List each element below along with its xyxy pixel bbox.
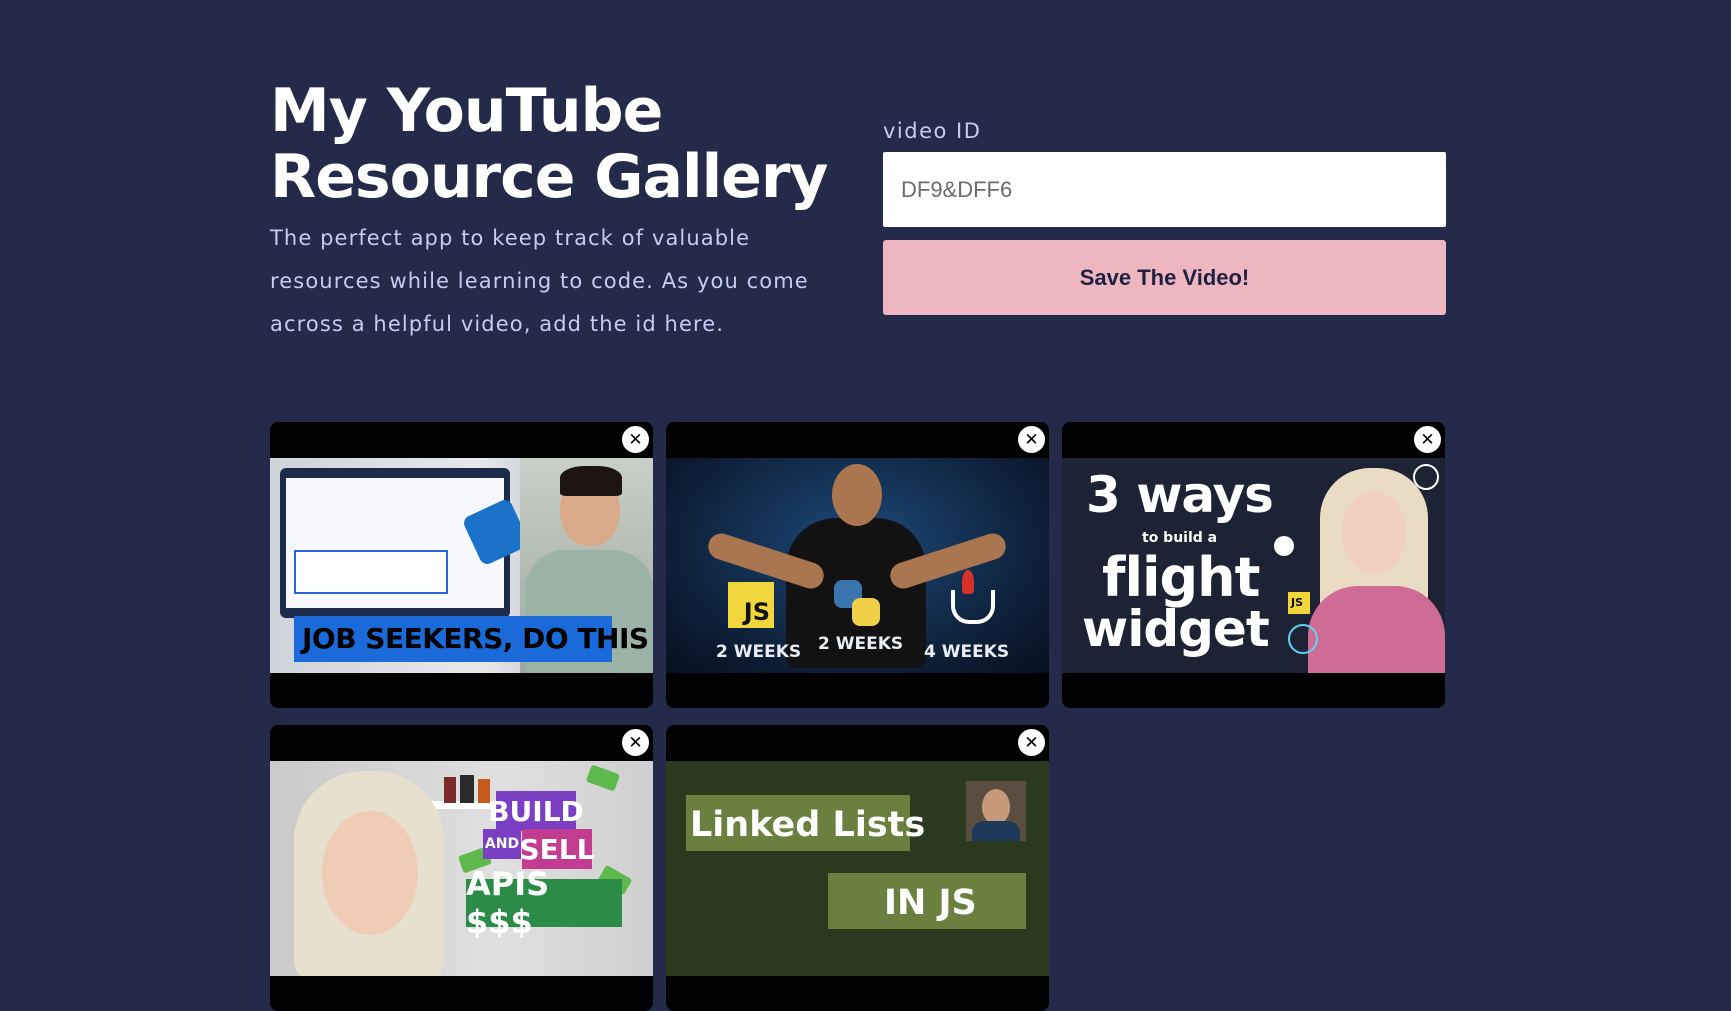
video-thumbnail[interactable]: JOB SEEKERS, DO THIS <box>270 458 653 673</box>
video-id-label: video ID <box>883 119 982 143</box>
thumbnail-caption: widget <box>1082 600 1270 658</box>
thumbnail-caption: AND <box>483 829 521 859</box>
thumbnail-caption: 2 WEEKS <box>818 634 904 654</box>
page-description: The perfect app to keep track of valuabl… <box>270 226 809 336</box>
profile-box-illustration <box>294 550 448 594</box>
close-icon[interactable]: ✕ <box>1016 727 1047 758</box>
thumbnail-caption: 4 WEEKS <box>924 642 1010 662</box>
thumbnail-caption: 3 ways <box>1086 466 1274 524</box>
python-logo-icon-part <box>852 598 880 626</box>
thumbnail-caption: JOB SEEKERS, DO THIS <box>302 622 649 655</box>
header: My YouTube Resource Gallery The perfect … <box>270 78 1446 338</box>
person-top <box>1308 586 1445 673</box>
book-illustration <box>460 775 474 803</box>
thumbnail-caption: IN JS <box>884 883 977 923</box>
thumbnail-caption: Linked Lists <box>690 805 926 845</box>
thumbnail-caption: BUILD <box>488 791 584 831</box>
thumbnail-caption: APIS $$$ <box>466 865 622 941</box>
thumbnail-caption: to build a <box>1142 530 1218 546</box>
video-thumbnail[interactable]: JS 2 WEEKS 2 WEEKS 4 WEEKS <box>666 458 1049 673</box>
author-avatar-face <box>982 789 1010 825</box>
thumbnail-caption: JS <box>1291 596 1304 609</box>
video-card[interactable]: ✕ BUILD AND SELL APIS $$$ <box>270 725 653 1011</box>
close-icon[interactable]: ✕ <box>1412 424 1443 455</box>
close-icon[interactable]: ✕ <box>1016 424 1047 455</box>
javascript-logo-icon: JS <box>728 582 774 628</box>
thumbnail-caption: 2 WEEKS <box>716 642 802 662</box>
video-card[interactable]: ✕ JOB SEEKERS, DO THIS <box>270 422 653 708</box>
java-cup-icon <box>951 590 995 624</box>
react-icon <box>1288 624 1318 654</box>
video-form: video ID Save The Video! <box>883 118 1446 315</box>
save-video-button[interactable]: Save The Video! <box>883 240 1446 315</box>
author-avatar-shirt <box>972 821 1020 841</box>
video-thumbnail[interactable]: BUILD AND SELL APIS $$$ <box>270 761 653 976</box>
video-card[interactable]: ✕ JS 2 WEEKS 2 WEEKS 4 WEEKS <box>666 422 1049 708</box>
close-icon[interactable]: ✕ <box>620 727 651 758</box>
page-title: My YouTube Resource Gallery <box>270 76 829 212</box>
video-id-input[interactable] <box>883 152 1446 227</box>
nodejs-icon <box>1274 536 1294 556</box>
person-head <box>832 464 882 526</box>
video-thumbnail[interactable]: 3 ways to build a flight widget JS <box>1062 458 1445 673</box>
thumbnail-caption: SELL <box>520 829 595 869</box>
person-face <box>1342 492 1406 574</box>
video-card[interactable]: ✕ Linked Lists IN JS <box>666 725 1049 1011</box>
video-thumbnail[interactable]: Linked Lists IN JS <box>666 761 1049 976</box>
book-illustration <box>444 777 456 803</box>
video-card[interactable]: ✕ 3 ways to build a flight widget JS <box>1062 422 1445 708</box>
money-icon <box>585 764 621 792</box>
person-hair <box>560 466 622 496</box>
freecodecamp-logo-icon <box>1413 464 1439 490</box>
video-gallery: ✕ JOB SEEKERS, DO THIS ✕ JS 2 WEEKS 2 WE… <box>270 422 1446 1011</box>
person-face <box>322 811 418 935</box>
close-icon[interactable]: ✕ <box>620 424 651 455</box>
